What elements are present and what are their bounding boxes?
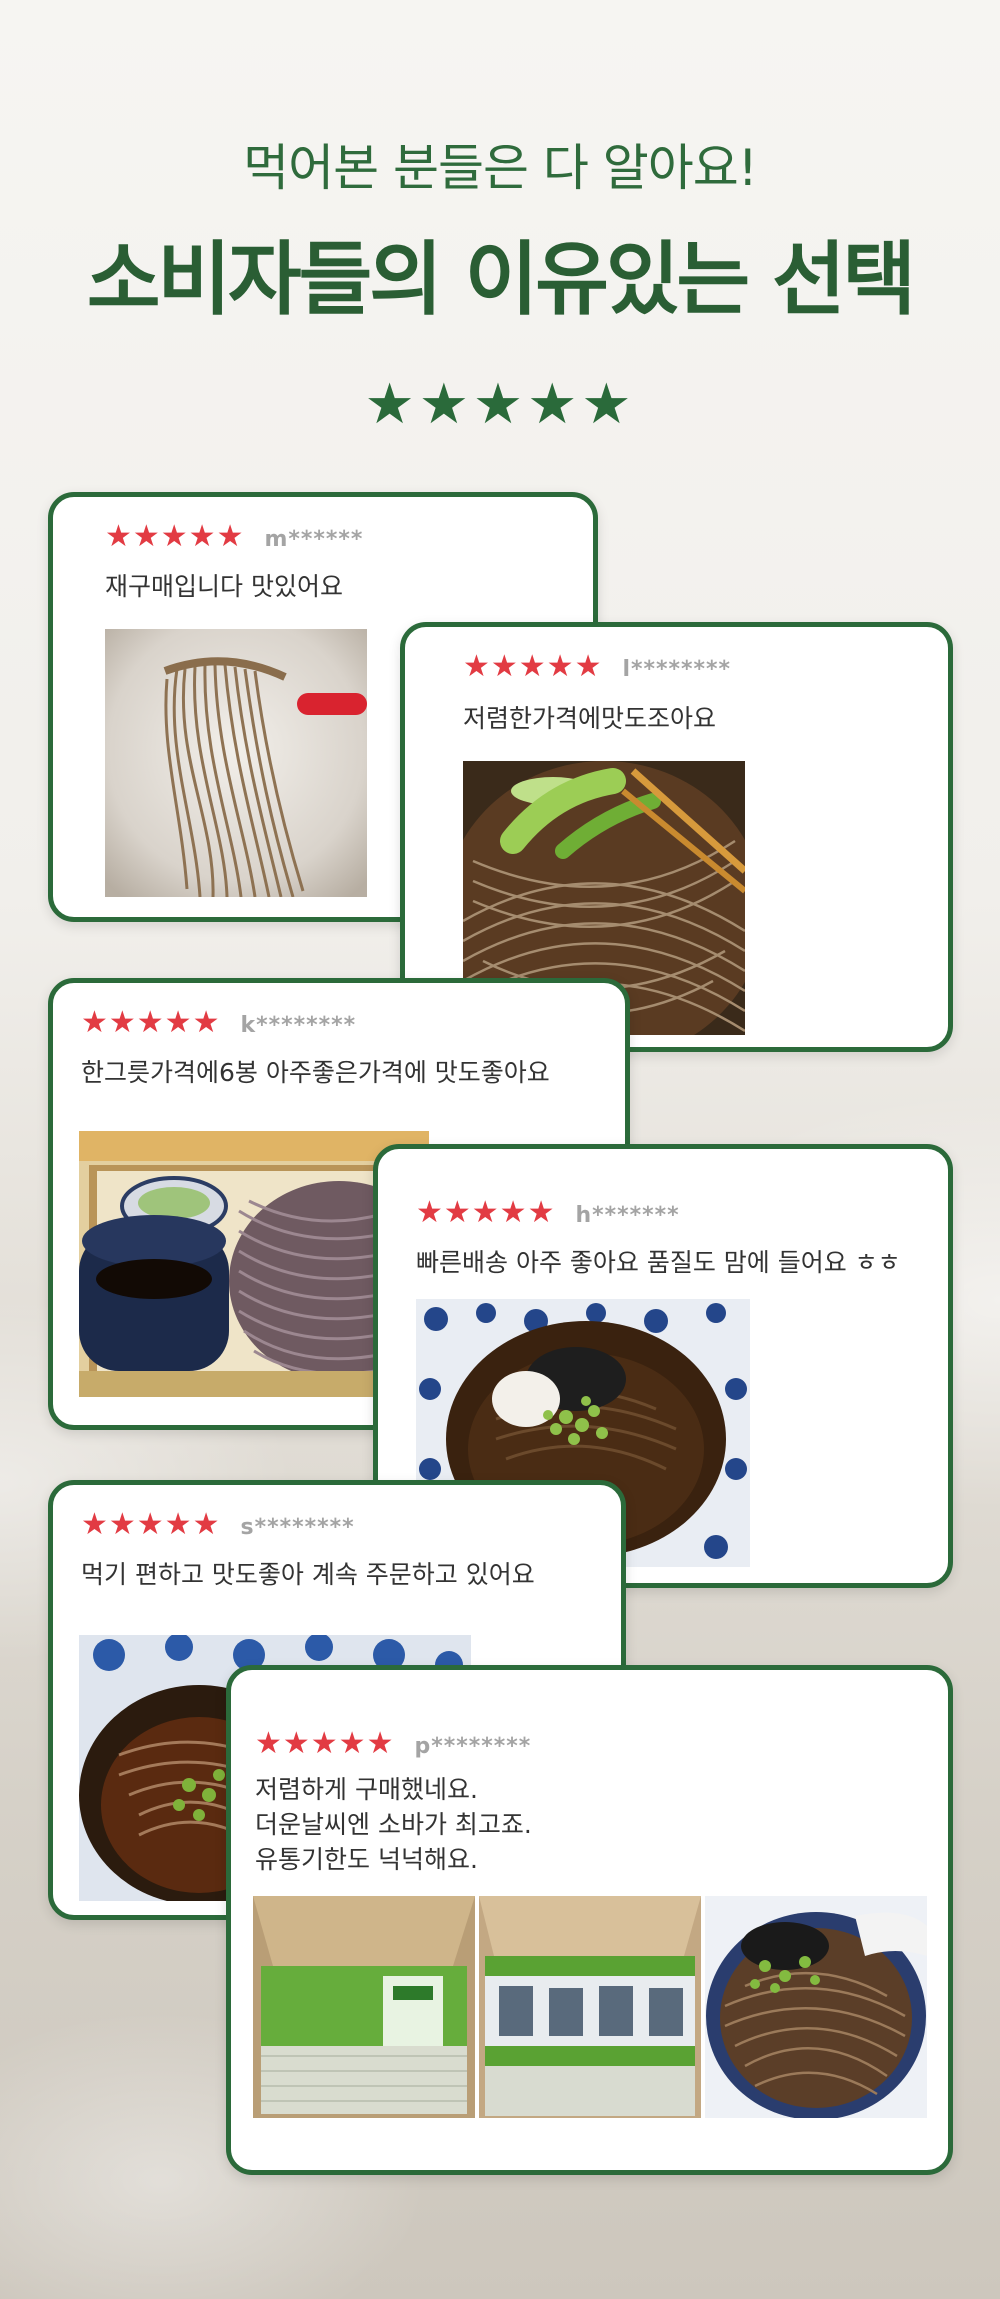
review-text-line: 저렴하게 구매했네요.	[255, 1775, 478, 1804]
reviewer-name: h*******	[575, 1203, 680, 1228]
reviewer-name: l********	[622, 657, 732, 682]
review-photo-package-box-1	[253, 1896, 475, 2118]
rating-stars-icon: ★★★★★	[105, 519, 245, 554]
reviewer-name: s********	[240, 1515, 355, 1540]
review-text: 빠른배송 아주 좋아요 품질도 맘에 들어요 ㅎㅎ	[416, 1248, 901, 1277]
review-text-line: 유통기한도 넉넉해요.	[255, 1845, 478, 1874]
review-card-6: ★★★★★ p******** 저렴하게 구매했네요. 더운날씨엔 소바가 최고…	[226, 1665, 953, 2175]
review-text: 먹기 편하고 맛도좋아 계속 주문하고 있어요	[81, 1560, 535, 1589]
page-title: 소비자들의 이유있는 선택	[86, 233, 916, 326]
review-photo-noodles-lifted	[105, 629, 367, 897]
hero-rating-stars-icon: ★★★★★	[364, 372, 636, 437]
rating-stars-icon: ★★★★★	[463, 649, 603, 684]
rating-stars-icon: ★★★★★	[255, 1726, 395, 1761]
rating-stars-icon: ★★★★★	[416, 1195, 556, 1230]
review-text: 저렴하게 구매했네요. 더운날씨엔 소바가 최고죠. 유통기한도 넉넉해요.	[255, 1772, 532, 1877]
review-photo-cooked-soba	[705, 1896, 927, 2118]
review-text: 한그릇가격에6봉 아주좋은가격에 맛도좋아요	[81, 1058, 550, 1087]
rating-stars-icon: ★★★★★	[81, 1507, 221, 1542]
reviewer-name: p********	[414, 1734, 532, 1759]
review-text: 재구매입니다 맛있어요	[105, 572, 343, 601]
rating-stars-icon: ★★★★★	[81, 1005, 221, 1040]
review-photo-package-box-2	[479, 1896, 701, 2118]
review-text-line: 더운날씨엔 소바가 최고죠.	[255, 1810, 532, 1839]
reviewer-name: m******	[264, 527, 364, 552]
reviewer-name: k********	[240, 1013, 357, 1038]
review-text: 저렴한가격에맛도조아요	[463, 704, 717, 733]
page-subtitle: 먹어본 분들은 다 알아요!	[243, 139, 758, 197]
